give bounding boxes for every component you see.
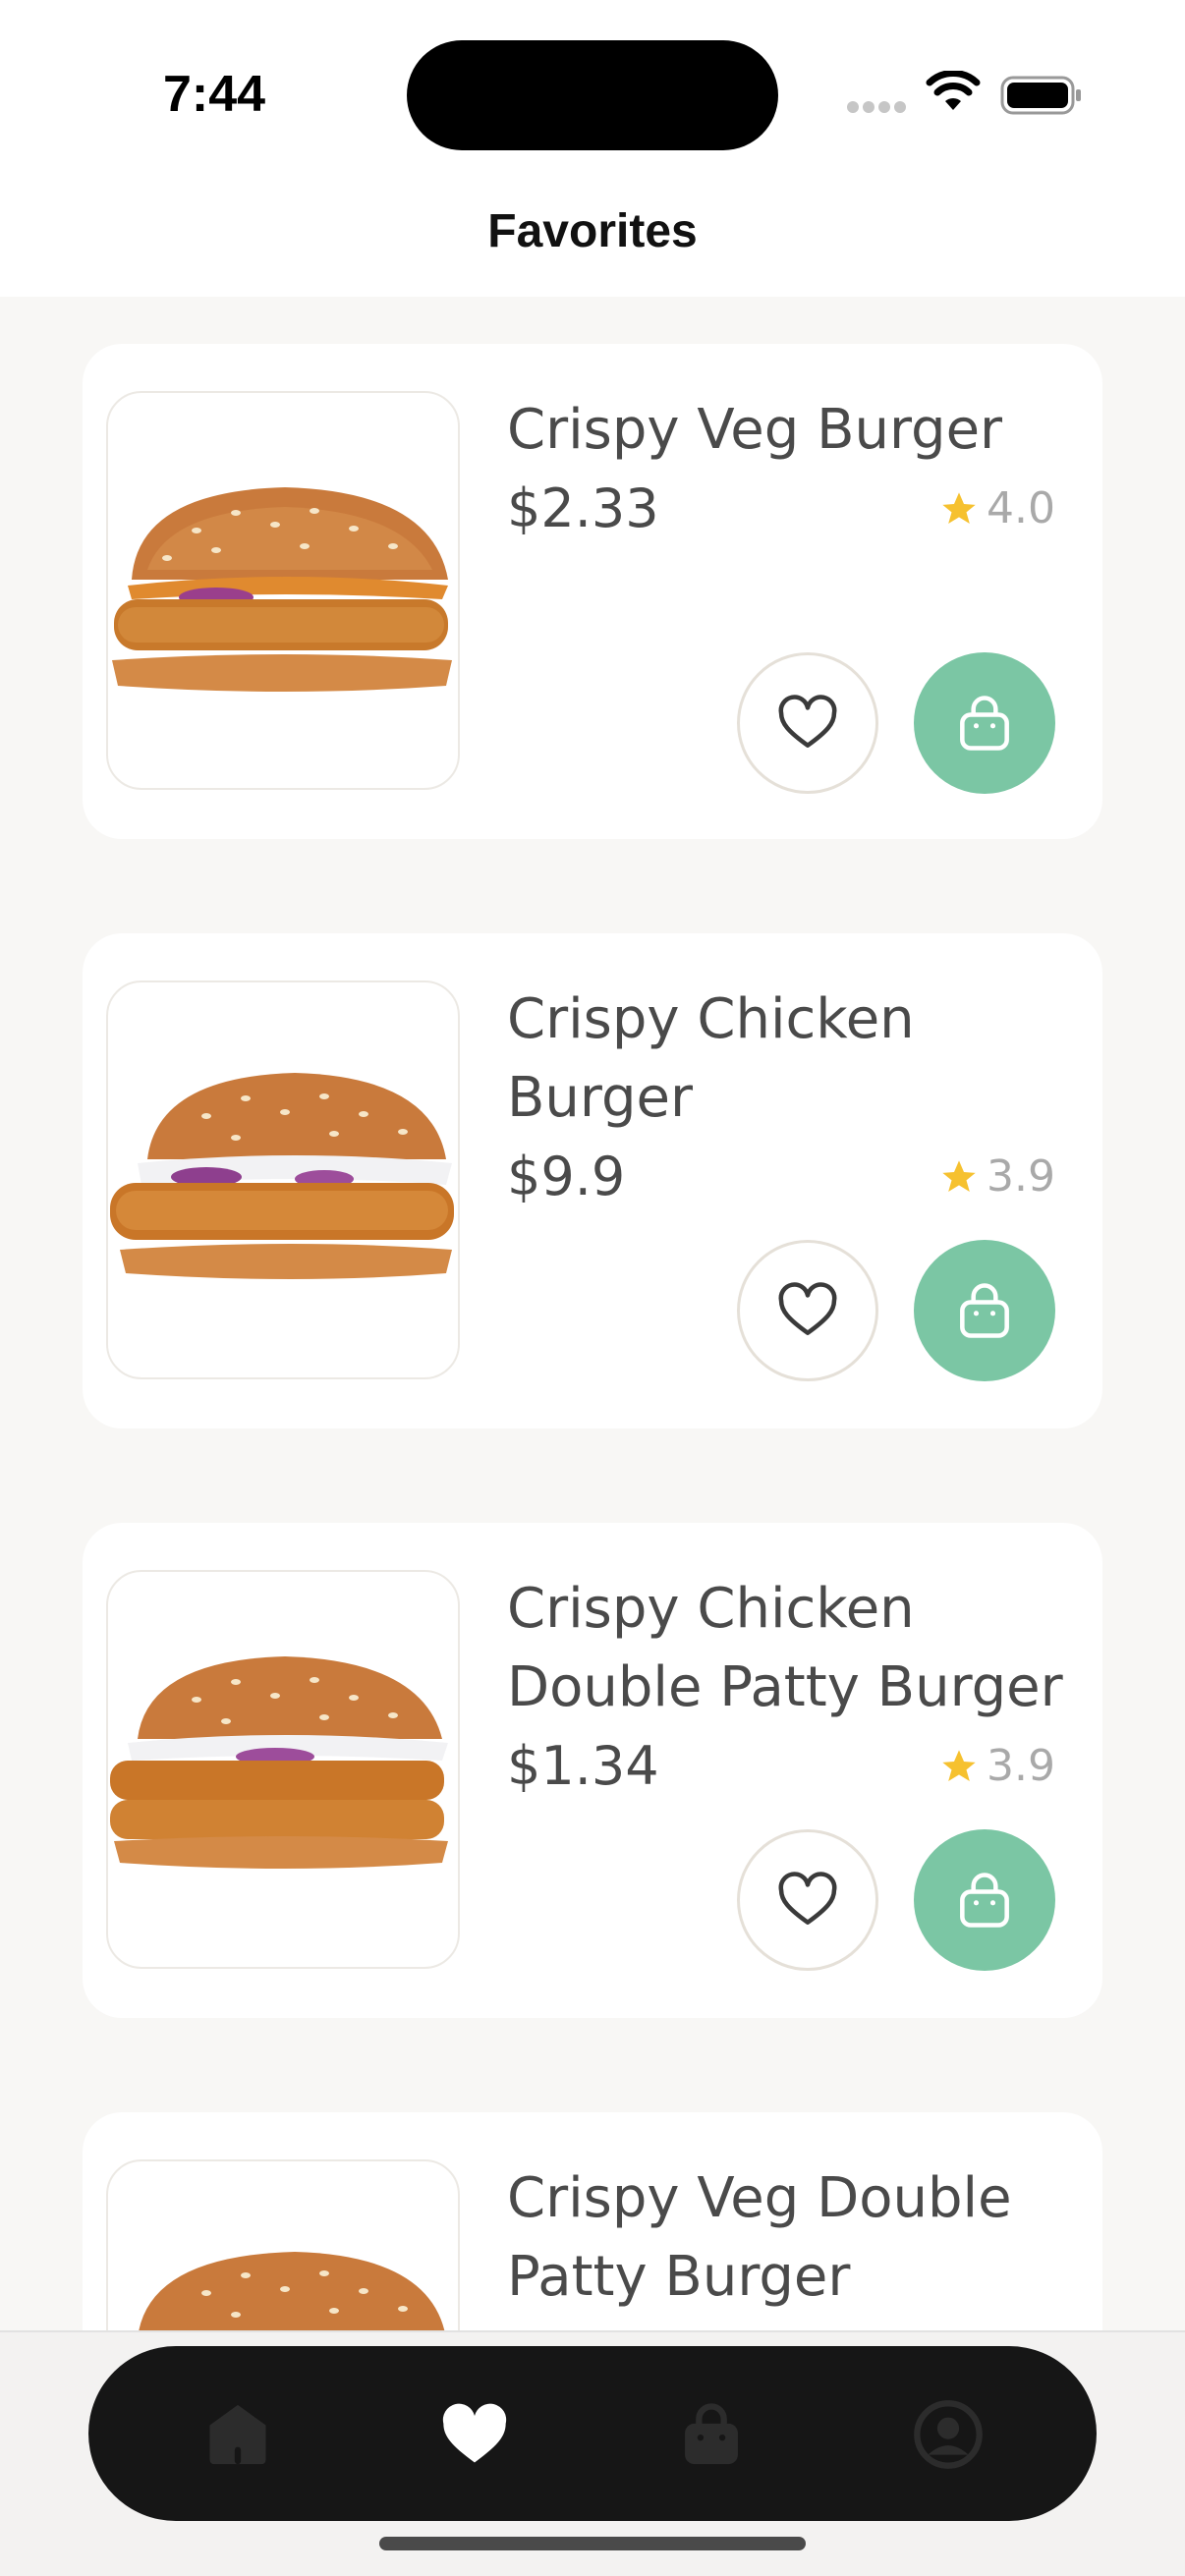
bag-icon [685, 2403, 738, 2465]
top-bar: 7:44 Favorites [0, 0, 1185, 297]
veg-double-burger-image [106, 2159, 460, 2330]
page-title: Favorites [487, 205, 698, 257]
favorite-button[interactable] [737, 652, 878, 794]
profile-icon [914, 2400, 983, 2469]
shopping-bag-icon [960, 1283, 1009, 1338]
tab-bar [88, 2346, 1097, 2521]
cellular-signal-icon [847, 101, 908, 115]
rating-value: 3.9 [987, 1151, 1055, 1202]
favorite-button[interactable] [737, 1240, 878, 1381]
star-icon [942, 492, 976, 524]
favorite-card[interactable]: Crispy Veg Burger $2.33 4.0 [83, 344, 1102, 839]
tab-home[interactable] [198, 2395, 277, 2474]
chicken-double-burger-image [106, 1570, 460, 1969]
favorite-card[interactable]: Crispy Chicken Double Patty Burger $1.34… [83, 1523, 1102, 2018]
item-price: $1.34 [507, 1735, 659, 1797]
favorite-card[interactable]: Crispy Veg Double Patty Burger [83, 2112, 1102, 2330]
status-time: 7:44 [163, 66, 266, 123]
item-rating: 3.9 [939, 1138, 1055, 1216]
heart-outline-icon [778, 695, 837, 748]
chicken-burger-image [106, 980, 460, 1379]
add-to-cart-button[interactable] [914, 1240, 1055, 1381]
heart-outline-icon [778, 1282, 837, 1335]
tab-favorites[interactable] [435, 2395, 514, 2474]
add-to-cart-button[interactable] [914, 1829, 1055, 1971]
add-to-cart-button[interactable] [914, 652, 1055, 794]
shopping-bag-icon [960, 696, 1009, 751]
shopping-bag-icon [960, 1873, 1009, 1928]
star-icon [942, 1160, 976, 1192]
item-name[interactable]: Crispy Veg Burger [507, 391, 1077, 470]
tab-cart[interactable] [672, 2395, 751, 2474]
dynamic-island [407, 40, 778, 150]
rating-value: 3.9 [987, 1741, 1055, 1791]
rating-value: 4.0 [987, 483, 1055, 533]
item-name[interactable]: Crispy Veg Double Patty Burger [507, 2159, 1077, 2317]
veg-burger-image [106, 391, 460, 790]
favorite-card[interactable]: Crispy Chicken Burger $9.9 3.9 [83, 933, 1102, 1428]
home-icon [209, 2404, 266, 2465]
home-indicator [379, 2537, 806, 2550]
heart-outline-icon [778, 1872, 837, 1925]
heart-icon [442, 2403, 507, 2463]
item-rating: 3.9 [939, 1727, 1055, 1806]
tab-profile[interactable] [909, 2395, 988, 2474]
item-price: $9.9 [507, 1146, 626, 1207]
item-name[interactable]: Crispy Chicken Burger [507, 980, 1077, 1138]
favorite-button[interactable] [737, 1829, 878, 1971]
star-icon [942, 1750, 976, 1781]
item-rating: 4.0 [939, 470, 1055, 548]
item-name[interactable]: Crispy Chicken Double Patty Burger [507, 1570, 1077, 1727]
wifi-icon [926, 71, 981, 110]
battery-icon [1000, 76, 1081, 115]
favorites-list[interactable]: Crispy Veg Burger $2.33 4.0 Crispy Chick… [0, 297, 1185, 2330]
item-price: $2.33 [507, 477, 659, 539]
